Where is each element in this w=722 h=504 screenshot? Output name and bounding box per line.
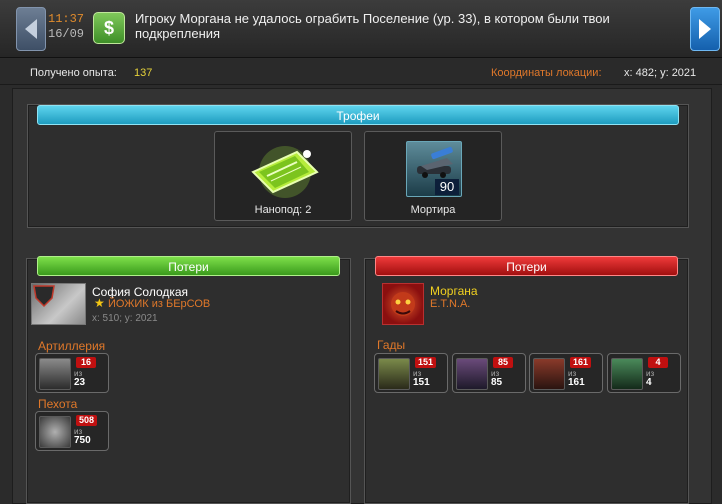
report-header: 11:37 16/09 $ Игроку Моргана не удалось … <box>0 0 722 58</box>
unit-lost-count: 151 <box>415 357 437 368</box>
creature-unit-icon <box>456 358 488 390</box>
trophy-nanopod-caption: Нанопод: 2 <box>254 204 312 216</box>
money-icon: $ <box>93 12 125 44</box>
trophy-nanopod-card[interactable]: Нанопод: 2 <box>214 131 352 221</box>
unit-lost-count: 16 <box>76 357 96 368</box>
mortar-icon: 90 <box>406 141 462 197</box>
infantry-unit-icon <box>39 416 71 448</box>
report-time: 11:37 <box>48 12 85 26</box>
artillery-unit-icon <box>39 358 71 390</box>
unit-total-count: 85 <box>491 377 503 388</box>
attacker-losses-title: Потери <box>375 256 678 276</box>
unit-total-count: 151 <box>413 377 430 388</box>
info-bar: Получено опыта: 137 Координаты локации: … <box>0 59 722 85</box>
arrow-right-icon <box>699 19 711 39</box>
report-message: Игроку Моргана не удалось ограбить Посел… <box>135 11 610 41</box>
previous-report-button[interactable] <box>16 7 46 51</box>
trophy-mortar-card[interactable]: 90 Мортира <box>364 131 502 221</box>
unit-card-infantry[interactable]: 508 из 750 <box>35 411 109 451</box>
xp-label: Получено опыта: <box>30 67 117 79</box>
avatar[interactable] <box>31 283 86 325</box>
attacker-name[interactable]: Моргана <box>430 284 478 298</box>
arrow-left-icon <box>25 19 37 39</box>
unit-lost-count: 85 <box>493 357 513 368</box>
demon-face-icon <box>391 292 415 316</box>
unit-total-count: 750 <box>74 435 91 446</box>
unit-card-creature[interactable]: 4 из 4 <box>607 353 681 393</box>
defender-coords: x: 510; y: 2021 <box>92 313 158 324</box>
unit-lost-count: 508 <box>76 415 98 426</box>
clan-emblem-icon <box>33 285 55 308</box>
location-coords-label: Координаты локации: <box>491 67 602 79</box>
category-creatures-label: Гады <box>377 338 406 352</box>
location-coords-value: x: 482; y: 2021 <box>624 67 697 79</box>
unit-lost-count: 161 <box>570 357 592 368</box>
unit-total-count: 161 <box>568 377 585 388</box>
unit-card-creature[interactable]: 151 из 151 <box>374 353 448 393</box>
category-artillery-label: Артиллерия <box>38 339 106 353</box>
defender-losses-title: Потери <box>37 256 340 276</box>
attacker-alliance[interactable]: E.T.N.A. <box>430 298 470 310</box>
creature-unit-icon <box>378 358 410 390</box>
avatar[interactable] <box>382 283 424 325</box>
xp-value: 137 <box>134 67 153 79</box>
creature-unit-icon <box>533 358 565 390</box>
category-infantry-label: Пехота <box>38 397 78 411</box>
unit-card-creature[interactable]: 161 из 161 <box>529 353 603 393</box>
unit-lost-count: 4 <box>648 357 668 368</box>
next-report-button[interactable] <box>690 7 720 51</box>
trophy-mortar-caption: Мортира <box>410 204 456 216</box>
trophies-title: Трофеи <box>37 105 679 125</box>
unit-card-creature[interactable]: 85 из 85 <box>452 353 526 393</box>
unit-total-count: 23 <box>74 377 86 388</box>
star-icon: ★ <box>94 296 105 310</box>
unit-total-count: 4 <box>646 377 652 388</box>
defender-alliance[interactable]: ЙОЖИК из БЕрСОВ <box>108 298 210 310</box>
creature-unit-icon <box>611 358 643 390</box>
mortar-count: 90 <box>435 179 459 195</box>
defender-name[interactable]: София Солодкая <box>92 285 188 299</box>
report-date: 16/09 <box>48 27 85 41</box>
nanopod-icon <box>251 146 319 198</box>
unit-card-artillery[interactable]: 16 из 23 <box>35 353 109 393</box>
